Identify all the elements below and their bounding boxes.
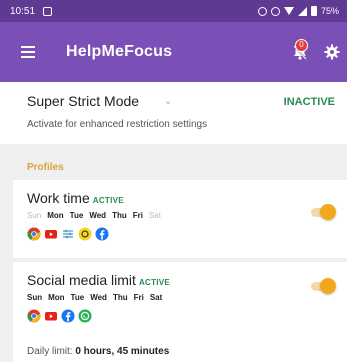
daily-limit: Daily limit: 0 hours, 45 minutes <box>27 346 169 357</box>
profile-title: Work time ACTIVE <box>27 190 124 206</box>
notification-icon <box>43 6 53 16</box>
snapchat-icon <box>78 227 92 241</box>
day-thu: Thu <box>112 211 127 220</box>
notification-badge: 0 <box>295 39 308 52</box>
wifi-icon <box>283 7 294 15</box>
strict-mode-status: INACTIVE <box>283 96 335 108</box>
profile-toggle[interactable] <box>307 202 337 224</box>
day-fri: Fri <box>133 293 144 302</box>
day-mon: Mon <box>47 211 64 220</box>
toggle-knob <box>320 204 336 220</box>
day-tue: Tue <box>70 293 85 302</box>
battery-percent: 75% <box>320 6 339 16</box>
profile-card-work-time[interactable]: Work time ACTIVE Sun Mon Tue Wed Thu Fri … <box>13 180 347 258</box>
menu-icon[interactable] <box>0 22 56 82</box>
day-fri: Fri <box>132 211 143 220</box>
daily-limit-label: Daily limit: <box>27 346 73 357</box>
strict-mode-title: Super Strict Mode <box>27 93 140 109</box>
facebook-icon <box>61 309 75 323</box>
chrome-icon <box>27 309 41 323</box>
facebook-icon <box>95 227 109 241</box>
strict-mode-section[interactable]: Super Strict Mode ⌄ INACTIVE Activate fo… <box>0 82 347 144</box>
day-sat: Sat <box>149 293 163 302</box>
chrome-icon <box>27 227 41 241</box>
day-wed: Wed <box>89 211 107 220</box>
battery-icon <box>310 6 317 16</box>
day-sun: Sun <box>27 293 43 302</box>
profile-state: ACTIVE <box>92 196 124 205</box>
toggle-knob <box>320 278 336 294</box>
youtube-icon <box>44 227 58 241</box>
gear-icon <box>324 44 340 60</box>
profile-name: Work time <box>27 190 90 206</box>
day-mon: Mon <box>48 293 65 302</box>
profile-toggle[interactable] <box>307 276 337 298</box>
profiles-section-label: Profiles <box>27 162 64 173</box>
status-icons: 75% <box>257 6 339 16</box>
daily-limit-value: 0 hours, 45 minutes <box>75 346 170 357</box>
location-icon <box>270 6 280 16</box>
status-time: 10:51 <box>10 5 36 17</box>
profile-days: Sun Mon Tue Wed Thu Fri Sat <box>27 293 162 302</box>
signal-icon <box>297 6 307 16</box>
youtube-icon <box>44 309 58 323</box>
sliders-app-icon <box>61 227 75 241</box>
chevron-down-icon[interactable]: ⌄ <box>164 96 172 107</box>
day-thu: Thu <box>112 293 128 302</box>
app-title: HelpMeFocus <box>66 43 173 60</box>
day-tue: Tue <box>69 211 84 220</box>
day-wed: Wed <box>90 293 107 302</box>
profile-card-social-media-limit[interactable]: Social media limit ACTIVE Sun Mon Tue Wed… <box>13 262 347 362</box>
profile-state: ACTIVE <box>138 278 171 287</box>
profile-days: Sun Mon Tue Wed Thu Fri Sat <box>27 211 161 220</box>
app-bar: HelpMeFocus 0 <box>0 22 347 82</box>
profile-name: Social media limit <box>27 272 136 288</box>
whatsapp-icon <box>78 309 92 323</box>
profile-apps <box>27 309 92 323</box>
notifications-mute-button[interactable]: 0 <box>284 36 316 68</box>
settings-button[interactable] <box>316 36 347 68</box>
strict-mode-description: Activate for enhanced restriction settin… <box>27 119 208 130</box>
sync-icon <box>257 6 267 16</box>
day-sun: Sun <box>27 211 42 220</box>
profile-title: Social media limit ACTIVE <box>27 272 170 288</box>
status-bar: 10:51 75% <box>0 0 347 22</box>
profile-apps <box>27 227 109 241</box>
day-sat: Sat <box>148 211 161 220</box>
